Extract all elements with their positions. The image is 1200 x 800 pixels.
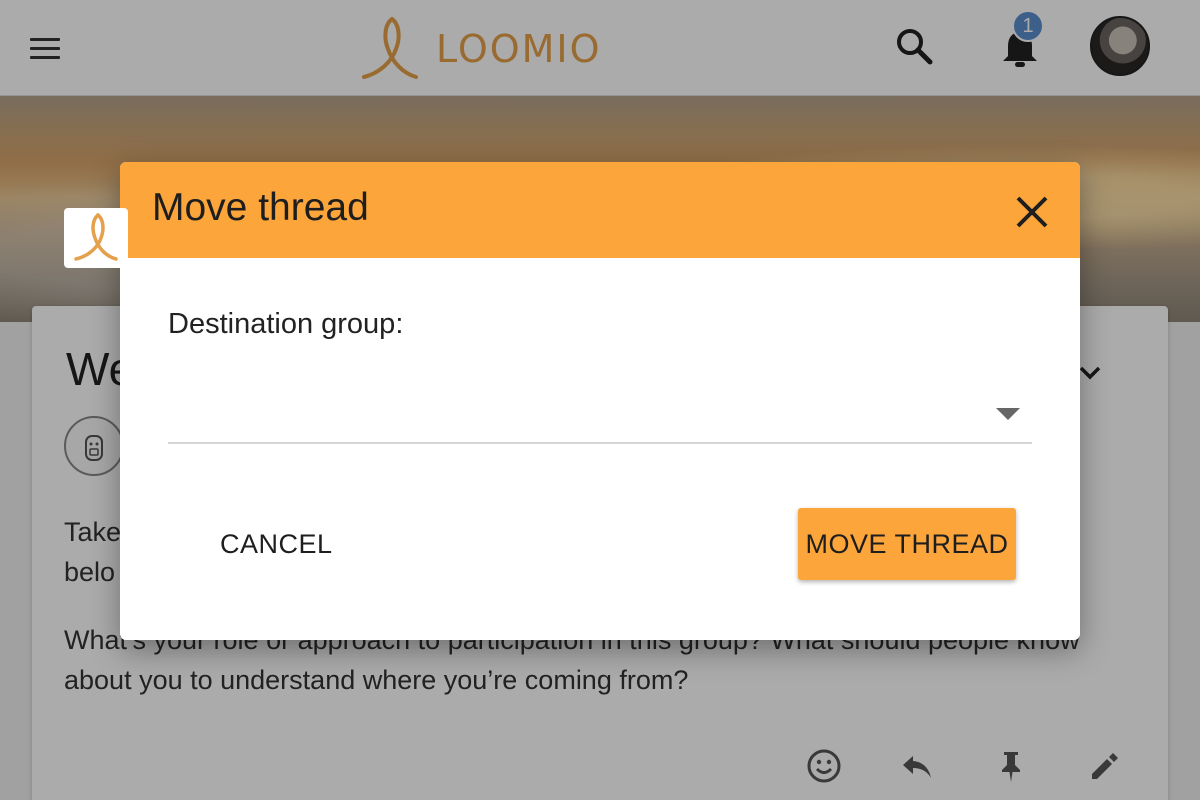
move-thread-button[interactable]: MOVE THREAD <box>798 508 1016 580</box>
group-logo[interactable] <box>64 208 128 268</box>
destination-group-label: Destination group: <box>168 308 404 340</box>
close-icon[interactable] <box>1010 190 1054 234</box>
move-thread-dialog: Move thread Destination group: CANCEL MO… <box>120 162 1080 640</box>
destination-group-select[interactable] <box>168 382 1032 444</box>
cancel-button[interactable]: CANCEL <box>196 508 357 580</box>
dropdown-arrow-icon <box>996 408 1020 420</box>
loomio-logo-icon <box>74 213 118 261</box>
dialog-header: Move thread <box>120 162 1080 258</box>
dialog-title: Move thread <box>152 186 369 229</box>
